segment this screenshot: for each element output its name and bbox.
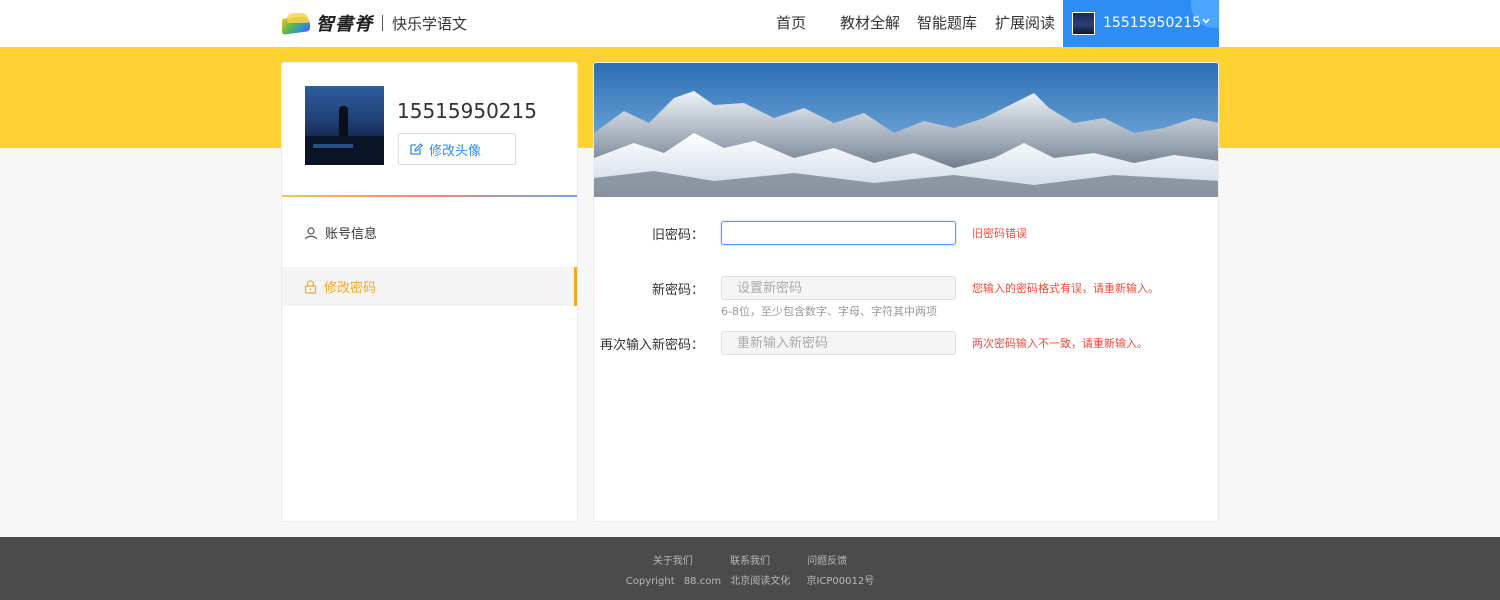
sidebar-item-label: 账号信息 xyxy=(325,227,378,242)
confirm-password-input[interactable] xyxy=(721,331,956,355)
nav-home[interactable]: 首页 xyxy=(776,0,806,47)
new-password-input[interactable] xyxy=(721,276,956,300)
old-password-input[interactable] xyxy=(721,221,956,245)
logo-slogan: 快乐学语文 xyxy=(392,14,468,33)
copyright-label: Copyright xyxy=(625,576,675,587)
user-menu-dropdown[interactable]: 15515950215 xyxy=(1063,0,1219,47)
change-password-panel: 旧密码： 旧密码错误 新密码： 6-8位，至少包含数字、字母、字符其中两项 您输… xyxy=(593,62,1219,522)
site-logo[interactable]: 智書脊 快乐学语文 xyxy=(282,10,467,36)
user-icon xyxy=(304,226,318,239)
lock-icon xyxy=(304,279,317,294)
new-password-error: 您输入的密码格式有误，请重新输入。 xyxy=(972,282,1159,295)
logo-brand-text: 智書脊 xyxy=(316,14,373,35)
nav-quiz[interactable]: 智能题库 xyxy=(917,0,977,47)
avatar xyxy=(305,86,384,165)
footer-link-feedback[interactable]: 问题反馈 xyxy=(807,556,847,567)
sidebar-item-change-password[interactable]: 修改密码 xyxy=(282,267,577,306)
copyright-company: 北京阅读文化 xyxy=(730,576,791,587)
profile-username: 15515950215 xyxy=(397,99,537,123)
copyright-domain: 88.com xyxy=(683,576,722,587)
gradient-divider xyxy=(282,195,577,197)
sidebar-item-account-info[interactable]: 账号信息 xyxy=(282,213,577,252)
footer-links: 关于我们 联系我们 问题反馈 xyxy=(0,552,1500,567)
top-navigation-bar: 智書脊 快乐学语文 首页 教材全解 智能题库 扩展阅读 15515950215 xyxy=(0,0,1500,47)
site-footer: 关于我们 联系我们 问题反馈 Copyright 88.com 北京阅读文化 京… xyxy=(0,537,1500,600)
user-avatar-small xyxy=(1072,12,1095,35)
nav-textbook[interactable]: 教材全解 xyxy=(840,0,900,47)
book-logo-icon xyxy=(282,11,312,35)
user-menu-name: 15515950215 xyxy=(1103,15,1201,31)
confirm-password-label: 再次输入新密码： xyxy=(599,338,704,353)
profile-sidebar: 15515950215 修改头像 账号信息 修改密码 xyxy=(281,62,578,522)
edit-icon xyxy=(410,143,423,155)
edit-avatar-button[interactable]: 修改头像 xyxy=(398,133,516,165)
confirm-password-error: 两次密码输入不一致，请重新输入。 xyxy=(972,337,1148,350)
edit-avatar-label: 修改头像 xyxy=(429,143,482,159)
copyright-icp: 京ICP00012号 xyxy=(806,576,875,587)
mountain-banner-image xyxy=(594,63,1218,197)
footer-link-contact[interactable]: 联系我们 xyxy=(730,556,770,567)
new-password-hint: 6-8位，至少包含数字、字母、字符其中两项 xyxy=(721,305,937,318)
footer-copyright: Copyright 88.com 北京阅读文化 京ICP00012号 xyxy=(0,572,1500,587)
nav-reading[interactable]: 扩展阅读 xyxy=(995,0,1055,47)
old-password-error: 旧密码错误 xyxy=(972,227,1027,240)
sidebar-item-label: 修改密码 xyxy=(324,281,377,296)
old-password-label: 旧密码： xyxy=(651,228,704,243)
new-password-label: 新密码： xyxy=(651,283,704,298)
logo-separator xyxy=(382,15,383,31)
footer-link-about[interactable]: 关于我们 xyxy=(653,556,693,567)
chevron-down-icon xyxy=(1202,18,1210,24)
